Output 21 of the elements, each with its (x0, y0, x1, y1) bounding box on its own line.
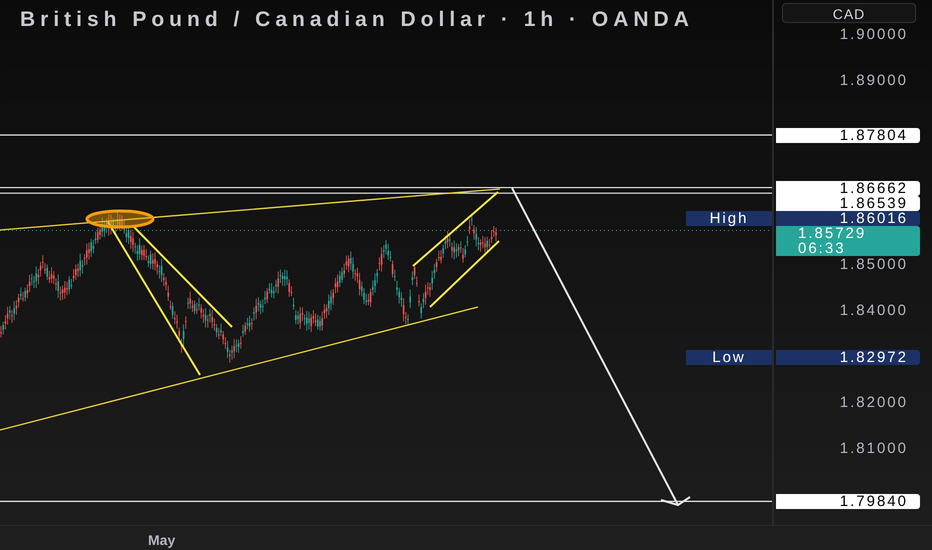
highlight-ellipse (86, 210, 154, 228)
price-axis-label: 1.81000 (840, 441, 908, 456)
chart-title: British Pound / Canadian Dollar · 1h · OANDA (20, 8, 694, 31)
price-axis-label: 1.89000 (840, 73, 908, 88)
price-marker-label: High (686, 210, 772, 226)
price-tag: 1.82972 (776, 350, 920, 366)
bar-countdown: 06:33 (798, 240, 846, 256)
price-tag: 1.86016 (776, 210, 920, 226)
current-price: 1.85729 (798, 226, 866, 241)
time-axis-label: May (148, 531, 176, 550)
price-tag: 1.86662 (776, 180, 920, 196)
price-marker-label: Low (686, 350, 772, 366)
channel-line (429, 240, 500, 308)
price-tag: 1.86539 (776, 196, 920, 211)
price-axis-label: 1.82000 (840, 395, 908, 410)
price-axis-label: 1.84000 (840, 303, 908, 318)
price-tag: 1.87804 (776, 128, 920, 144)
price-axis-label: 1.90000 (840, 27, 908, 42)
price-tag: 1.79840 (776, 494, 920, 510)
currency-button[interactable]: CAD (782, 3, 916, 23)
price-axis-label: 1.85000 (840, 257, 908, 272)
